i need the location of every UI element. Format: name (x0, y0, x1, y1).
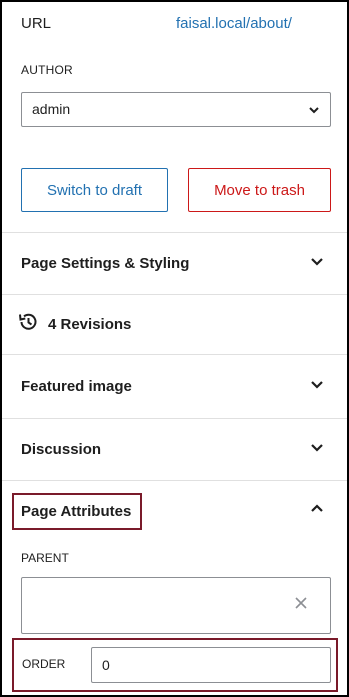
order-input[interactable] (91, 647, 331, 683)
panel-page-attributes-title: Page Attributes (21, 502, 132, 520)
revisions-link[interactable]: 4 Revisions (2, 295, 347, 353)
author-label: AUTHOR (21, 63, 73, 77)
chevron-up-icon (309, 501, 325, 522)
parent-combobox[interactable] (21, 577, 331, 634)
panel-page-settings-title: Page Settings & Styling (21, 254, 190, 272)
move-to-trash-button[interactable]: Move to trash (188, 168, 331, 212)
chevron-down-icon (309, 376, 325, 397)
history-icon (16, 310, 40, 339)
author-selected-value: admin (32, 101, 71, 117)
switch-to-draft-button[interactable]: Switch to draft (21, 168, 168, 212)
url-link[interactable]: faisal.local/about/ (176, 15, 292, 32)
clear-icon[interactable] (294, 596, 308, 615)
url-label: URL (21, 15, 52, 32)
chevron-down-icon (309, 253, 325, 274)
revisions-label: 4 Revisions (48, 315, 132, 333)
panel-discussion[interactable]: Discussion (2, 419, 347, 479)
order-label: ORDER (22, 657, 66, 671)
panel-page-attributes[interactable]: Page Attributes (2, 482, 347, 540)
panel-featured-image-title: Featured image (21, 377, 132, 395)
panel-featured-image[interactable]: Featured image (2, 355, 347, 417)
chevron-down-icon (309, 439, 325, 460)
parent-label: PARENT (21, 551, 69, 565)
author-select[interactable]: admin (21, 92, 331, 127)
panel-discussion-title: Discussion (21, 440, 102, 458)
panel-page-settings[interactable]: Page Settings & Styling (2, 233, 347, 293)
divider (2, 480, 347, 481)
chevron-down-icon (306, 102, 322, 121)
